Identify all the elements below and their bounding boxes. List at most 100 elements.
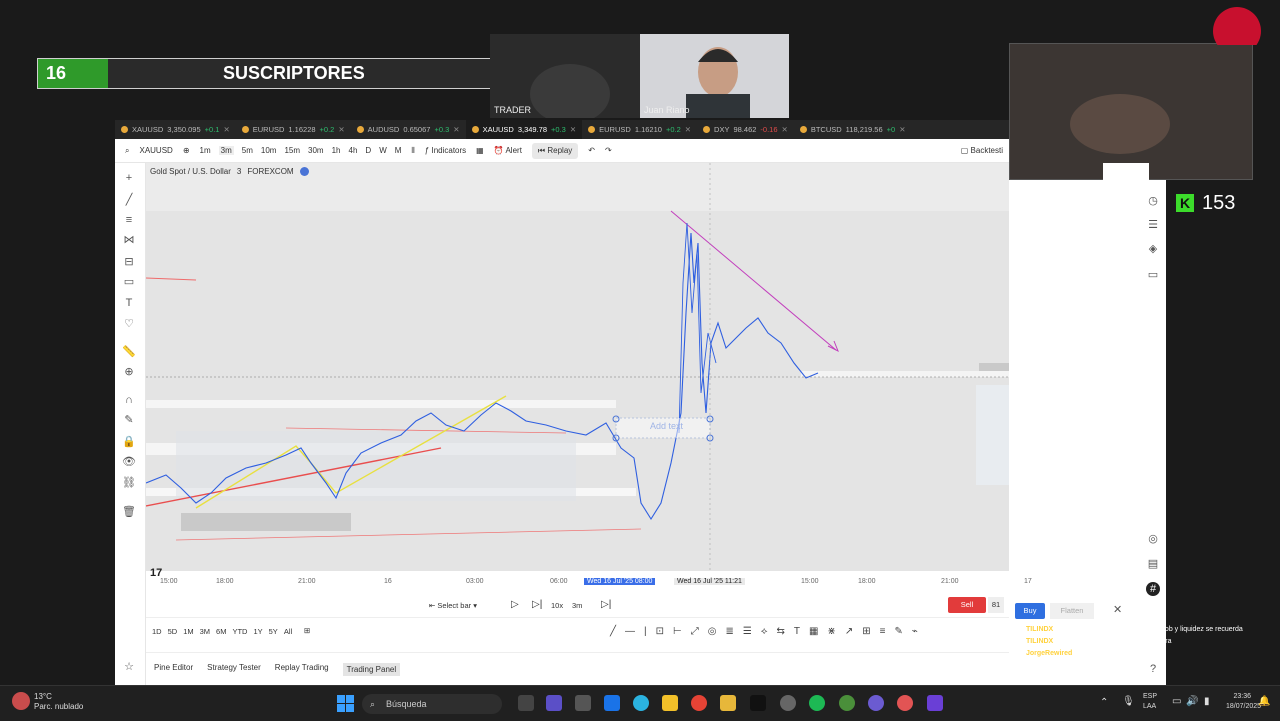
- trash-icon[interactable]: 🗑: [122, 505, 136, 519]
- symbol-tab[interactable]: EURUSD 1.16228 +0.2 ✕: [236, 120, 351, 139]
- chrome-alt-icon[interactable]: [897, 695, 913, 711]
- tab-close-icon[interactable]: ✕: [223, 120, 229, 139]
- symbol-tab[interactable]: BTCUSD 118,219.56 +0 ✕: [794, 120, 912, 139]
- draw-tool-icon[interactable]: ▦: [809, 626, 818, 637]
- mail-icon[interactable]: [604, 695, 620, 711]
- trendline-icon[interactable]: ╱: [122, 193, 136, 207]
- file-explorer-icon[interactable]: [720, 695, 736, 711]
- windows-start-icon[interactable]: [337, 695, 354, 712]
- date-range-icon[interactable]: ⊞: [304, 626, 310, 635]
- taskbar-search[interactable]: ⌕ Búsqueda: [362, 694, 502, 714]
- flatten-button[interactable]: Flatten: [1050, 603, 1094, 619]
- panel-tab[interactable]: Strategy Tester: [207, 663, 261, 676]
- layout-icon[interactable]: ▦: [476, 146, 484, 155]
- obs-icon[interactable]: [780, 695, 796, 711]
- replay-step[interactable]: 3m: [572, 601, 582, 610]
- interval-option[interactable]: 15m: [284, 146, 300, 155]
- tab-close-icon[interactable]: ✕: [899, 120, 905, 139]
- draw-tool-icon[interactable]: ╱: [610, 626, 616, 637]
- draw-tool-icon[interactable]: ◎: [708, 626, 717, 637]
- draw-tool-icon[interactable]: —: [625, 626, 635, 637]
- clock[interactable]: 23:36 18/07/2025: [1226, 692, 1261, 712]
- jump-realtime-icon[interactable]: ▷|: [601, 599, 611, 610]
- draw-tool-icon[interactable]: ✎: [894, 626, 902, 637]
- language-indicator[interactable]: ESP LAA: [1143, 692, 1157, 712]
- compare-icon[interactable]: ⊕: [183, 146, 190, 155]
- symbol-tab[interactable]: AUDUSD 0.65067 +0.3 ✕: [351, 120, 466, 139]
- range-option[interactable]: 3M: [200, 627, 210, 636]
- draw-tool-icon[interactable]: ⋇: [827, 626, 835, 637]
- eye-icon[interactable]: 👁: [122, 455, 136, 469]
- interval-option[interactable]: W: [379, 146, 387, 155]
- interval-option[interactable]: 3m: [218, 146, 234, 155]
- draw-tool-icon[interactable]: ⌁: [912, 626, 918, 637]
- fib-icon[interactable]: ≡: [122, 213, 136, 227]
- chrome-icon[interactable]: [691, 695, 707, 711]
- chat-icon[interactable]: ▭: [1146, 268, 1160, 282]
- indicators-button[interactable]: ƒ Indicators: [425, 146, 466, 155]
- draw-tool-icon[interactable]: ⇆: [776, 626, 784, 637]
- teams-icon[interactable]: [546, 695, 562, 711]
- redo-icon[interactable]: ↷: [605, 146, 612, 155]
- panel-tab[interactable]: Replay Trading: [275, 663, 329, 676]
- pattern-icon[interactable]: ⋈: [122, 233, 136, 247]
- tradingview-icon[interactable]: [750, 695, 766, 711]
- symbol-tab[interactable]: XAUUSD 3,350.095 +0.1 ✕: [115, 120, 236, 139]
- select-bar-button[interactable]: ⇤ Select bar ▾: [429, 601, 477, 610]
- tab-close-icon[interactable]: ✕: [338, 120, 344, 139]
- magnet-icon[interactable]: ∩: [122, 393, 136, 407]
- draw-tool-icon[interactable]: T: [794, 626, 800, 637]
- edge-icon[interactable]: [633, 695, 649, 711]
- time-axis[interactable]: 15:00 18:00 21:00 16 03:00 06:00 Wed 16 Jul '2…: [146, 567, 1032, 595]
- draw-tool-icon[interactable]: ≣: [725, 626, 733, 637]
- alert-button[interactable]: ⏰ Alert: [494, 146, 522, 155]
- sell-button[interactable]: Sell: [948, 597, 986, 613]
- draw-tool-icon[interactable]: ⟡: [761, 626, 768, 637]
- draw-tool-icon[interactable]: ⊡: [656, 626, 664, 637]
- panel-tab[interactable]: Trading Panel: [342, 663, 401, 676]
- help-icon[interactable]: ?: [1146, 662, 1160, 676]
- chart-type-icon[interactable]: ⫴: [411, 146, 414, 156]
- store-icon[interactable]: [575, 695, 591, 711]
- clock-icon[interactable]: ◷: [1146, 194, 1160, 208]
- range-option[interactable]: 5Y: [269, 627, 278, 636]
- grid-apps-icon[interactable]: #: [1146, 582, 1160, 596]
- lock-icon[interactable]: 🔒: [122, 435, 136, 449]
- notification-bell-icon[interactable]: 🔔: [1258, 696, 1270, 707]
- chart-canvas[interactable]: [146, 163, 1009, 571]
- panel-tab[interactable]: Pine Editor: [154, 663, 193, 676]
- zoom-icon[interactable]: ⊕: [122, 365, 136, 379]
- interval-option[interactable]: M: [395, 146, 402, 155]
- interval-option[interactable]: 5m: [242, 146, 253, 155]
- range-option[interactable]: 1D: [152, 627, 162, 636]
- mic-icon[interactable]: 🎙: [1122, 696, 1135, 707]
- range-option[interactable]: YTD: [232, 627, 247, 636]
- play-icon[interactable]: ▷: [511, 599, 519, 610]
- ruler-icon[interactable]: 📏: [122, 345, 136, 359]
- tab-close-icon[interactable]: ✕: [570, 120, 576, 139]
- replay-speed[interactable]: 10x: [551, 601, 563, 610]
- text-tool-icon[interactable]: T: [122, 296, 136, 310]
- draw-tool-icon[interactable]: ⊢: [673, 626, 682, 637]
- spotify-icon[interactable]: [809, 695, 825, 711]
- step-forward-icon[interactable]: ▷|: [532, 599, 542, 610]
- watchlist-icon[interactable]: ☰: [1146, 218, 1160, 232]
- symbol-search-icon[interactable]: ⌕: [125, 146, 129, 156]
- notes-icon[interactable]: [662, 695, 678, 711]
- symbol-tab[interactable]: EURUSD 1.16210 +0.2 ✕: [582, 120, 697, 139]
- price-chart[interactable]: Gold Spot / U.S. Dollar 3 FOREXCOM Add t…: [146, 163, 1009, 571]
- range-option[interactable]: 1Y: [253, 627, 262, 636]
- target-icon[interactable]: ◎: [1146, 532, 1160, 546]
- draw-tool-icon[interactable]: ≡: [880, 626, 886, 637]
- tab-close-icon[interactable]: ✕: [453, 120, 459, 139]
- draw-tool-icon[interactable]: ↗: [845, 626, 853, 637]
- draw-tool-icon[interactable]: ⤢: [691, 626, 699, 637]
- calendar-icon[interactable]: ▤: [1146, 557, 1160, 571]
- interval-option[interactable]: D: [365, 146, 371, 155]
- interval-option[interactable]: 1m: [200, 146, 211, 155]
- battery-icon[interactable]: ▮: [1204, 696, 1210, 707]
- symbol-tab[interactable]: XAUUSD 3,349.78 +0.3 ✕: [465, 120, 583, 139]
- range-option[interactable]: 5D: [168, 627, 178, 636]
- chrome-profile-icon[interactable]: [839, 695, 855, 711]
- backtest-button[interactable]: ▢ Backtesti: [961, 146, 1003, 155]
